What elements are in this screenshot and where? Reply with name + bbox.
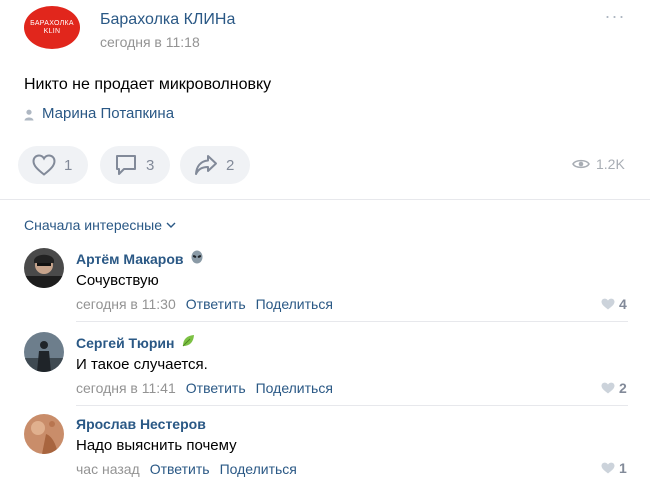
comment-count: 3 [146, 156, 155, 174]
post-author-name: Марина Потапкина [42, 105, 175, 122]
eye-icon [572, 159, 590, 169]
avatar[interactable] [24, 414, 64, 454]
comment-author[interactable]: Артём Макаров [76, 250, 204, 267]
comment-text: Надо выяснить почему [76, 437, 237, 454]
comments-sort-toggle[interactable]: Сначала интересные [24, 217, 176, 233]
comment-like-button[interactable]: 4 [601, 296, 627, 312]
comment-icon [116, 155, 136, 175]
comment-meta: час назад Ответить Поделиться [76, 461, 297, 477]
post-text: Никто не продает микроволновку [24, 76, 272, 93]
leaf-icon [181, 334, 195, 351]
comment-like-button[interactable]: 2 [601, 380, 627, 396]
comment-author-name: Артём Макаров [76, 250, 184, 267]
heart-icon [601, 298, 615, 310]
post-time[interactable]: сегодня в 11:18 [100, 34, 200, 50]
comment-like-count: 2 [619, 380, 627, 396]
comment-time[interactable]: сегодня в 11:41 [76, 380, 176, 396]
like-count: 1 [64, 156, 73, 174]
more-dots-icon[interactable]: ··· [603, 7, 627, 28]
views-counter: 1.2K [572, 156, 625, 172]
heart-icon [32, 154, 56, 176]
reply-button[interactable]: Ответить [186, 296, 246, 312]
comments-sort-label: Сначала интересные [24, 217, 162, 233]
group-avatar-subtext: KLIN [43, 27, 61, 35]
comment-divider [76, 321, 628, 322]
group-avatar-text: БАРАХОЛКА [30, 19, 74, 27]
post-divider [0, 199, 650, 200]
comment-time[interactable]: час назад [76, 461, 140, 477]
views-count: 1.2K [596, 156, 625, 172]
chevron-down-icon [166, 222, 176, 228]
comment-author[interactable]: Сергей Тюрин [76, 334, 195, 351]
avatar[interactable] [24, 248, 64, 288]
comment-author-name: Ярослав Нестеров [76, 416, 206, 432]
post-header: БАРАХОЛКА KLIN Барахолка КЛИНа сегодня в… [0, 0, 650, 60]
share-comment-button[interactable]: Поделиться [256, 296, 333, 312]
comment-divider [76, 405, 628, 406]
group-name[interactable]: Барахолка КЛИНа [100, 11, 235, 29]
group-avatar[interactable]: БАРАХОЛКА KLIN [24, 6, 80, 49]
comment-time[interactable]: сегодня в 11:30 [76, 296, 176, 312]
comment-like-count: 4 [619, 296, 627, 312]
reply-button[interactable]: Ответить [186, 380, 246, 396]
heart-icon [601, 462, 615, 474]
share-comment-button[interactable]: Поделиться [256, 380, 333, 396]
share-button[interactable]: 2 [180, 146, 250, 184]
comment-text: И такое случается. [76, 356, 208, 373]
share-comment-button[interactable]: Поделиться [220, 461, 297, 477]
comment-like-count: 1 [619, 460, 627, 476]
comment-meta: сегодня в 11:30 Ответить Поделиться [76, 296, 333, 312]
comment-button[interactable]: 3 [100, 146, 170, 184]
comment-text: Сочувствую [76, 272, 159, 289]
like-button[interactable]: 1 [18, 146, 88, 184]
comment-author[interactable]: Ярослав Нестеров [76, 416, 206, 432]
heart-icon [601, 382, 615, 394]
share-count: 2 [226, 156, 235, 174]
person-icon [24, 108, 34, 120]
share-icon [195, 155, 217, 175]
post-author[interactable]: Марина Потапкина [24, 105, 174, 122]
reply-button[interactable]: Ответить [150, 461, 210, 477]
avatar[interactable] [24, 332, 64, 372]
comment-meta: сегодня в 11:41 Ответить Поделиться [76, 380, 333, 396]
alien-icon [190, 250, 204, 267]
comment-like-button[interactable]: 1 [601, 460, 627, 476]
comment-author-name: Сергей Тюрин [76, 334, 175, 351]
